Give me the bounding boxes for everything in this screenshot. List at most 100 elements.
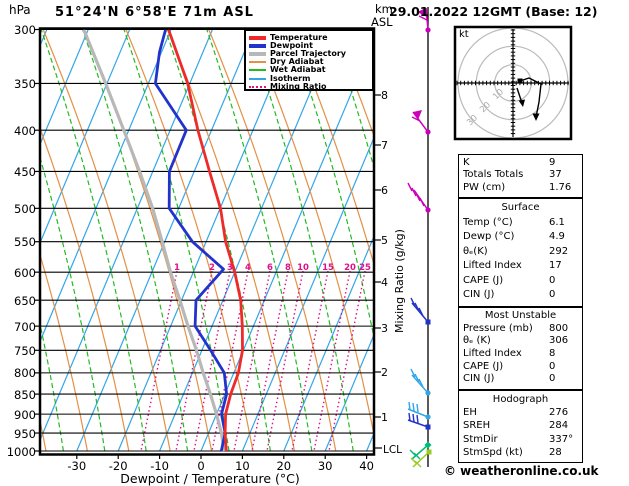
mixing-ratio-value-label: 4 [245,263,251,273]
mixing-ratio-line [328,270,366,452]
barb-level-marker [426,449,432,455]
panel-row: SREH 284 [463,419,582,432]
panel-row: StmSpd (kt) 28 [463,446,582,459]
isotherm-line [0,30,5,452]
pressure-tick-label: 400 [14,123,36,138]
legend-swatch-mixing-ratio [249,85,266,88]
panel-most-unstable: Most Unstable Pressure (mb) 800 θₑ (K) 306 Li… [458,307,583,390]
stat-value: 1.76 [549,181,572,193]
temperature-tick-label: 30 [317,459,333,473]
pressure-axis-unit: hPa [9,3,31,17]
barb-level-marker [425,129,431,135]
pressure-tick-label: 900 [14,407,36,422]
panel-title: Surface [501,202,540,213]
pressure-tick-label: 600 [14,265,36,280]
panel-row: PW (cm) 1.76 [463,182,582,194]
wind-barb [407,182,431,213]
stat-value: 292 [549,245,569,257]
panel-row: Pressure (mb) 800 [463,323,582,336]
stat-value: 276 [549,407,569,419]
stat-label: EH [463,407,477,419]
temperature-tick-label: 20 [276,459,292,473]
stat-label: StmSpd (kt) [463,446,523,458]
panel-title: Hodograph [492,394,549,405]
stat-label: CIN (J) [463,373,495,385]
panel-row: Dewp (°C) 4.9 [463,230,582,245]
stat-label: Temp (°C) [463,216,513,228]
mixing-ratio-value-label: 15 [322,263,334,273]
wind-barb [407,401,431,420]
altitude-tick-label: 7 [381,139,388,152]
altitude-tick-label: 3 [381,322,388,335]
temperature-curve [167,29,244,452]
footer-credit: © weatheronline.co.uk [444,464,599,478]
stat-value: 28 [549,446,562,458]
panel-indices: K 9 Totals Totals 37 PW (cm) 1.76 [458,154,583,198]
stat-value: 4.9 [549,231,565,243]
barb-level-marker [425,390,431,396]
legend-swatch-wet-adiabat [249,69,266,72]
stat-label: Totals Totals [463,169,524,181]
temperature-tick-label: -10 [150,459,169,473]
legend-swatch-parcel-trajectory [249,52,266,56]
stat-label: CAPE (J) [463,274,504,286]
legend: Temperature Dewpoint Parcel Trajectory Dry … [244,29,374,91]
legend-swatch-isotherm [249,77,266,80]
hodograph-unit-label: kt [459,29,469,40]
stat-value: 337° [549,433,574,445]
pressure-tick-label: 350 [14,76,36,91]
stat-label: PW (cm) [463,181,506,193]
panel-row: CIN (J) 0 [463,288,582,303]
pressure-tick-label: 500 [14,201,36,216]
altitude-tick-label: 1 [381,411,388,424]
stat-label: Lifted Index [463,347,522,359]
parcel-trajectory-curve [82,28,226,452]
stat-label: Pressure (mb) [463,322,533,334]
barb-level-marker [425,424,431,430]
barb-level-marker [425,414,431,420]
mixing-ratio-value-label: 1 [174,263,180,273]
stat-value: 8 [549,347,556,359]
temperature-tick-label: -20 [108,459,128,473]
legend-swatch-dry-adiabat [249,61,266,64]
skewt-sounding-app: { "header": { "pressure_unit": "hPa", "t… [0,0,629,486]
stat-label: θₑ (K) [463,335,491,347]
pressure-tick-label: 300 [14,23,36,37]
panel-hodograph: Hodograph EH 276 SREH 284 StmDir 337° StmSpd (k… [458,390,583,463]
hodograph-ring-label: 10 [491,87,506,102]
panel-row: Totals Totals 37 [463,169,582,181]
pressure-tick-label: 700 [14,319,36,334]
panel-row: Lifted Index 8 [463,348,582,361]
legend-label: Mixing Ratio [270,81,327,91]
panel-row: Lifted Index 17 [463,259,582,274]
hodograph: 102030 [453,25,573,141]
stat-value: 9 [549,157,556,168]
pressure-tick-label: 650 [14,293,36,308]
legend-item: Mixing Ratio [246,81,372,91]
mixing-ratio-value-label: 20 [344,263,356,273]
panel-row: θₑ(K) 292 [463,245,582,260]
pressure-tick-label: 1000 [6,444,36,459]
temperature-tick-label: 40 [359,459,374,473]
hodograph-origin-marker [517,78,523,84]
stat-label: K [463,157,470,168]
lcl-label: LCL [383,444,403,456]
panel-title: Most Unstable [484,310,557,321]
altitude-tick-label: 5 [381,234,388,247]
barb-level-marker [425,319,431,325]
temperature-tick-label: -30 [67,459,87,473]
panel-row: CAPE (J) 0 [463,361,582,374]
pressure-tick-label: 950 [14,426,36,441]
panel-row: StmDir 337° [463,433,582,446]
temperature-tick-label: 10 [235,459,250,473]
stat-value: 0 [549,289,556,301]
mixing-ratio-value-label: 2 [209,263,215,273]
temperature-tick-label: 0 [197,459,205,473]
pressure-tick-label: 450 [14,164,36,179]
stat-value: 0 [549,373,556,385]
panel-row: K9 [463,157,582,169]
pressure-tick-label: 800 [14,366,36,381]
panel-row: EH 276 [463,406,582,419]
panel-surface: Surface Temp (°C) 6.1 Dewp (°C) 4.9 θₑ(K) 292 L… [458,198,583,307]
stat-label: CAPE (J) [463,360,504,372]
